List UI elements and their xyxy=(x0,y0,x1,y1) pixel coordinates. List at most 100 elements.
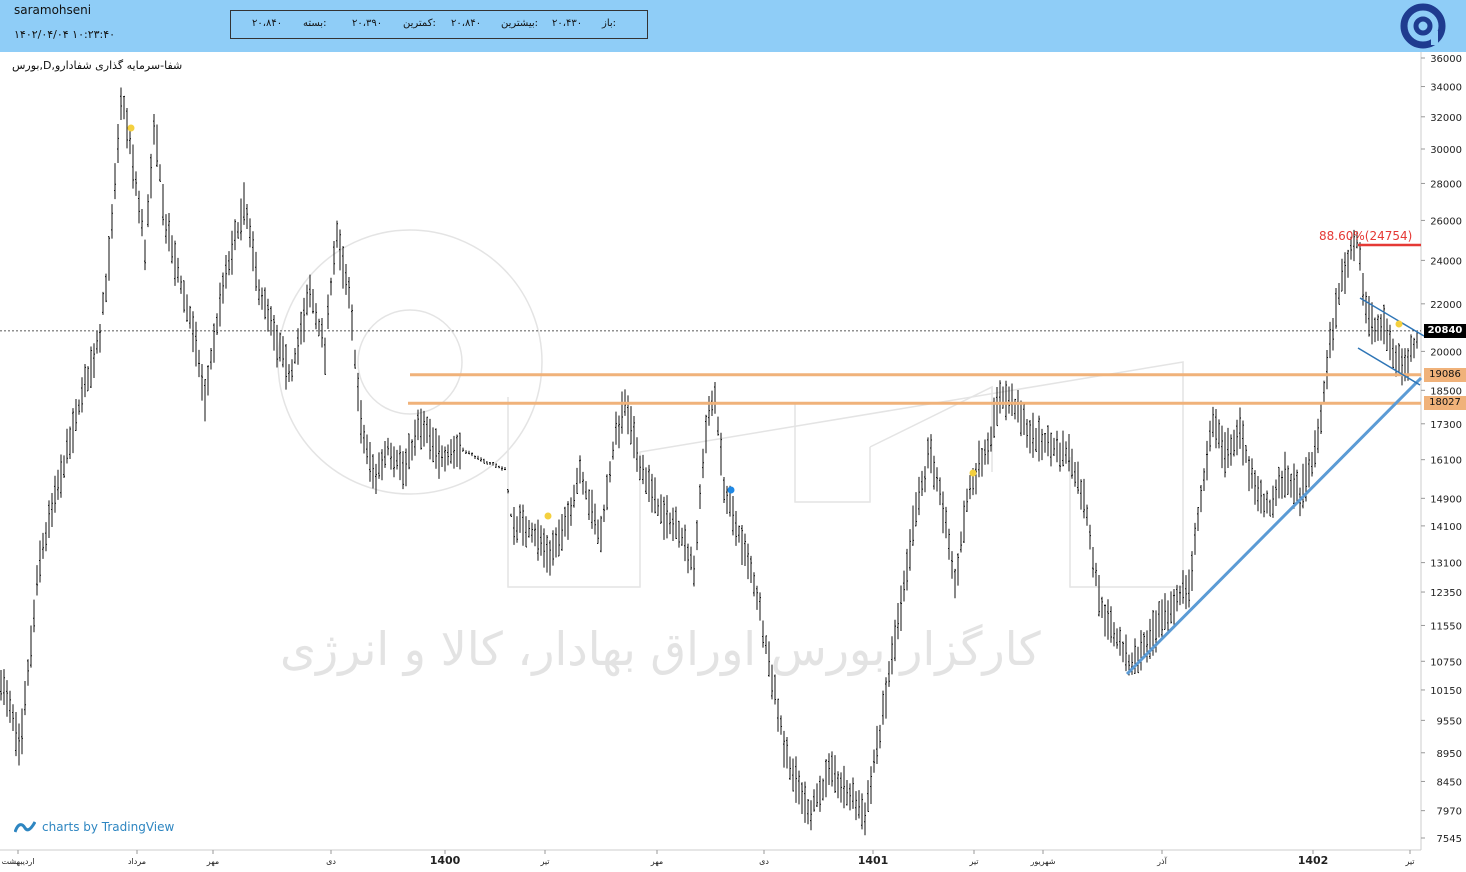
price-bar xyxy=(1029,419,1031,454)
price-bar xyxy=(702,448,704,479)
price-bar xyxy=(1347,249,1349,278)
price-bar xyxy=(378,452,380,479)
time-tick-label: دی xyxy=(326,857,336,866)
price-bar xyxy=(819,775,821,812)
price-bar xyxy=(1386,318,1388,352)
price-bar xyxy=(333,240,335,275)
price-bar xyxy=(543,528,545,568)
price-bar xyxy=(546,534,548,573)
price-bar xyxy=(144,239,146,271)
price-bar xyxy=(108,236,110,281)
time-tick-label: تیر xyxy=(1404,857,1414,866)
price-bar xyxy=(1092,546,1094,578)
price-bar xyxy=(0,669,2,701)
ohlc-high-value: ۲۰،۸۴۰ xyxy=(451,18,482,29)
watermark-text: کارگزار بورس اوراق بهادار، کالا و انرژی xyxy=(280,622,1041,676)
price-bar xyxy=(654,477,656,514)
price-bar xyxy=(591,489,593,529)
price-bar xyxy=(294,348,296,364)
price-bar xyxy=(1017,389,1019,423)
price-chart[interactable]: 36000 34000 32000 30000 28000 26000 24000 22000… xyxy=(0,52,1466,872)
price-bar xyxy=(1200,485,1202,513)
price-bar xyxy=(222,272,224,304)
price-bar xyxy=(1056,430,1058,463)
price-bar xyxy=(1125,634,1127,672)
price-bar xyxy=(615,411,617,445)
price-bar xyxy=(1032,412,1034,458)
price-tick-label: 12350 xyxy=(1430,588,1462,599)
price-bar xyxy=(618,415,620,449)
price-bar xyxy=(321,317,323,348)
price-bar xyxy=(825,759,827,798)
price-bar xyxy=(1218,419,1220,449)
price-bar xyxy=(501,466,503,471)
price-bar xyxy=(459,432,461,470)
price-bar xyxy=(336,220,338,248)
price-bar xyxy=(252,231,254,272)
price-bar xyxy=(3,669,5,705)
channel-top-line[interactable] xyxy=(1359,297,1425,337)
price-bar xyxy=(132,144,134,189)
price-bar xyxy=(147,194,149,228)
price-bar xyxy=(1212,406,1214,438)
price-bar xyxy=(1329,321,1331,359)
price-bar xyxy=(198,349,200,378)
ascending-trendline[interactable] xyxy=(1125,376,1423,676)
price-bar xyxy=(1371,302,1373,345)
price-bar xyxy=(867,780,869,812)
price-bar xyxy=(1191,551,1193,592)
price-tick-label: 22000 xyxy=(1430,300,1462,311)
broker-logo-icon xyxy=(1400,3,1446,49)
price-bar xyxy=(627,395,629,435)
price-bar xyxy=(156,124,158,168)
price-bar xyxy=(570,497,572,526)
price-bar xyxy=(1173,588,1175,625)
tradingview-logo-icon xyxy=(14,821,36,833)
price-bar xyxy=(744,533,746,567)
price-bar xyxy=(1101,596,1103,618)
price-bar xyxy=(552,530,554,566)
price-bar xyxy=(1278,466,1280,499)
price-bar xyxy=(504,466,506,471)
price-bar xyxy=(285,343,287,390)
price-bar xyxy=(432,427,434,463)
price-bar xyxy=(612,441,614,460)
price-bar xyxy=(687,543,689,574)
price-bar xyxy=(1047,425,1049,457)
price-bar xyxy=(549,540,551,576)
watermark-logo xyxy=(277,229,1184,588)
price-bar xyxy=(153,114,155,145)
price-bar xyxy=(123,95,125,120)
price-bar xyxy=(1398,343,1400,372)
price-bar xyxy=(1410,334,1412,362)
price-bar xyxy=(558,519,560,557)
price-bar xyxy=(360,400,362,444)
price-bar xyxy=(984,439,986,465)
price-bar xyxy=(630,406,632,445)
price-bar xyxy=(15,712,17,757)
price-bar xyxy=(102,291,104,315)
price-bar xyxy=(1026,419,1028,448)
price-bar xyxy=(1215,409,1217,449)
tradingview-brand[interactable]: charts by TradingView xyxy=(14,820,174,834)
price-bar xyxy=(1137,646,1139,674)
price-bar xyxy=(1158,601,1160,638)
price-bar xyxy=(1245,445,1247,463)
price-bar xyxy=(1140,630,1142,671)
price-bar xyxy=(912,505,914,546)
price-bar xyxy=(345,264,347,295)
price-tick-label: 7970 xyxy=(1437,807,1462,818)
price-bar xyxy=(1395,345,1397,377)
price-bar xyxy=(438,435,440,479)
price-bar xyxy=(708,395,710,426)
price-bar xyxy=(42,532,44,559)
price-bar xyxy=(114,163,116,200)
price-bar xyxy=(675,506,677,540)
price-bar xyxy=(870,766,872,805)
price-bar xyxy=(525,516,527,548)
price-bar xyxy=(402,451,404,490)
price-tick-label: 11550 xyxy=(1430,621,1462,632)
price-bar xyxy=(372,454,374,489)
price-bar xyxy=(180,275,182,294)
price-bar xyxy=(600,515,602,553)
